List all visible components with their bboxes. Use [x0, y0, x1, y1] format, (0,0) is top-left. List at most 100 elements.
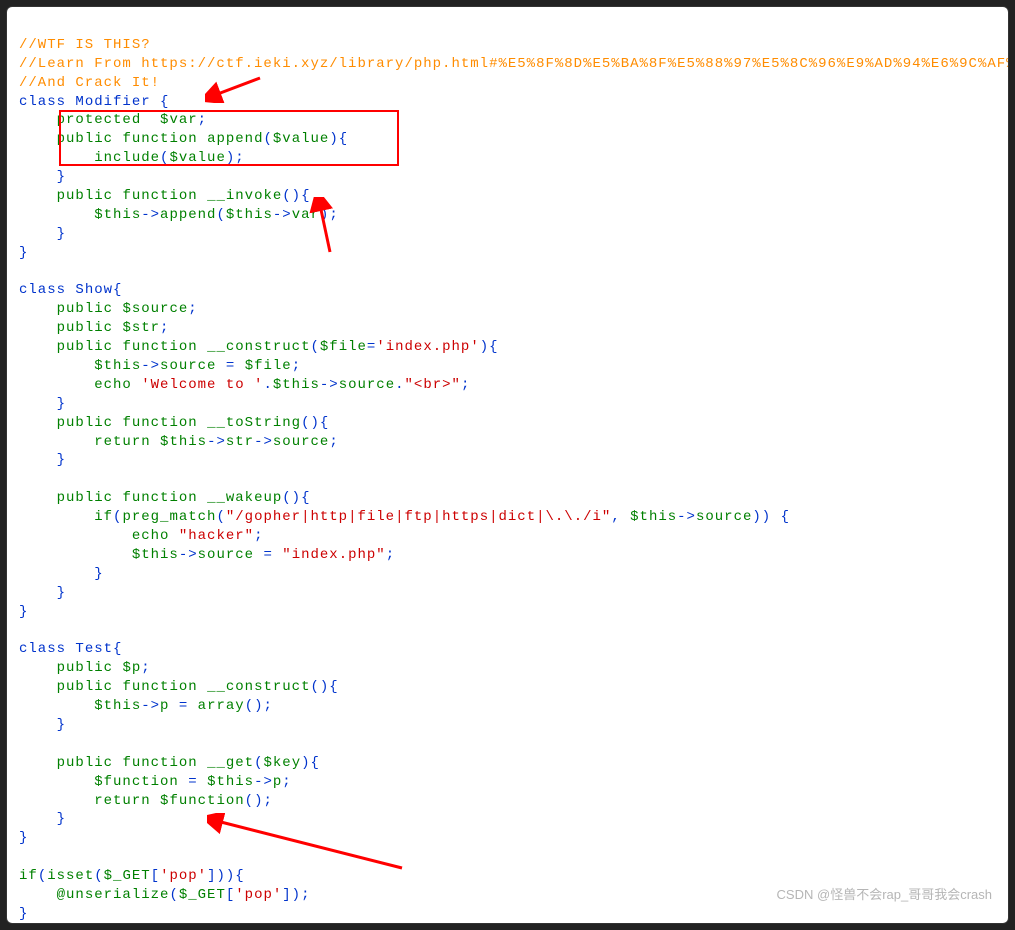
arrow: ->	[141, 358, 160, 374]
var: $var	[160, 112, 198, 128]
paren: ){	[480, 339, 499, 355]
brace: }	[19, 906, 28, 922]
var: $function	[94, 774, 179, 790]
kw-function: function	[122, 679, 197, 695]
paren: (){	[301, 415, 329, 431]
kw-public: public	[57, 415, 113, 431]
paren: (	[310, 339, 319, 355]
paren: (	[216, 509, 225, 525]
assign: =	[169, 698, 197, 714]
string: 'pop'	[160, 868, 207, 884]
paren: (	[216, 207, 225, 223]
fn-name: preg_match	[122, 509, 216, 525]
code-window: //WTF IS THIS? //Learn From https://ctf.…	[6, 6, 1009, 924]
string: "index.php"	[282, 547, 385, 563]
comment-line: //Learn From https://ctf.ieki.xyz/librar…	[19, 56, 1009, 72]
paren: (){	[282, 490, 310, 506]
class-name: Test	[75, 641, 113, 657]
kw-function: function	[122, 131, 197, 147]
semi: ;	[254, 528, 263, 544]
var: $this	[226, 207, 273, 223]
brace: }	[57, 169, 66, 185]
paren: )) {	[752, 509, 790, 525]
brace: }	[94, 566, 103, 582]
arrow: ->	[179, 547, 198, 563]
paren: );	[226, 150, 245, 166]
var: $function	[160, 793, 245, 809]
fn-name: __toString	[207, 415, 301, 431]
prop: append	[160, 207, 216, 223]
arrow: ->	[254, 434, 273, 450]
var: $this	[630, 509, 677, 525]
arrow: ->	[320, 377, 339, 393]
string: 'index.php'	[376, 339, 479, 355]
kw-public: public	[57, 339, 113, 355]
semi: ;	[329, 434, 338, 450]
var: $file	[245, 358, 292, 374]
kw-public: public	[57, 490, 113, 506]
kw-function: function	[122, 188, 197, 204]
assign: =	[179, 774, 207, 790]
kw-if: if	[19, 868, 38, 884]
brace: {	[160, 94, 169, 110]
code-block: //WTF IS THIS? //Learn From https://ctf.…	[7, 7, 1008, 924]
kw-protected: protected	[57, 112, 142, 128]
paren: ){	[329, 131, 348, 147]
var: $_GET	[179, 887, 226, 903]
brace: }	[57, 396, 66, 412]
var: $this	[94, 358, 141, 374]
kw-public: public	[57, 301, 113, 317]
dot: .	[263, 377, 272, 393]
prop: source	[273, 434, 329, 450]
kw-echo: echo	[94, 377, 132, 393]
fn-name: __invoke	[207, 188, 282, 204]
paren: (	[94, 868, 103, 884]
prop: source	[160, 358, 216, 374]
kw-echo: echo	[132, 528, 170, 544]
watermark: CSDN @怪兽不会rap_哥哥我会crash	[777, 884, 992, 903]
fn-name: append	[207, 131, 263, 147]
brace: }	[19, 830, 28, 846]
string: 'Welcome to '	[141, 377, 263, 393]
semi: ;	[188, 301, 197, 317]
kw-return: return	[94, 793, 150, 809]
var: $source	[122, 301, 188, 317]
kw-public: public	[57, 131, 113, 147]
semi: ;	[282, 774, 291, 790]
dot: .	[395, 377, 404, 393]
bracket: [	[226, 887, 235, 903]
fn-name: __construct	[207, 339, 310, 355]
kw-class: class	[19, 641, 66, 657]
kw-return: return	[94, 434, 150, 450]
prop: source	[339, 377, 395, 393]
arrow: ->	[273, 207, 292, 223]
semi: ;	[461, 377, 470, 393]
brace: {	[113, 641, 122, 657]
prop: source	[198, 547, 254, 563]
paren: (	[263, 131, 272, 147]
kw-class: class	[19, 282, 66, 298]
fn-include: include	[94, 150, 160, 166]
bracket: ])){	[207, 868, 245, 884]
semi: ;	[141, 660, 150, 676]
kw-public: public	[57, 660, 113, 676]
semi: ;	[386, 547, 395, 563]
string: "<br>"	[405, 377, 461, 393]
string: "/gopher|http|file|ftp|https|dict|\.\./i…	[226, 509, 611, 525]
semi: ;	[292, 358, 301, 374]
var: $this	[160, 434, 207, 450]
semi: ;	[160, 320, 169, 336]
paren: (	[169, 887, 178, 903]
var: $value	[273, 131, 329, 147]
kw-class: class	[19, 94, 66, 110]
prop: p	[273, 774, 282, 790]
fn-name: @unserialize	[57, 887, 170, 903]
kw-public: public	[57, 188, 113, 204]
prop: source	[696, 509, 752, 525]
var: $this	[207, 774, 254, 790]
paren: );	[320, 207, 339, 223]
var: $key	[263, 755, 301, 771]
var: $str	[122, 320, 160, 336]
string: 'pop'	[235, 887, 282, 903]
string: "hacker"	[179, 528, 254, 544]
